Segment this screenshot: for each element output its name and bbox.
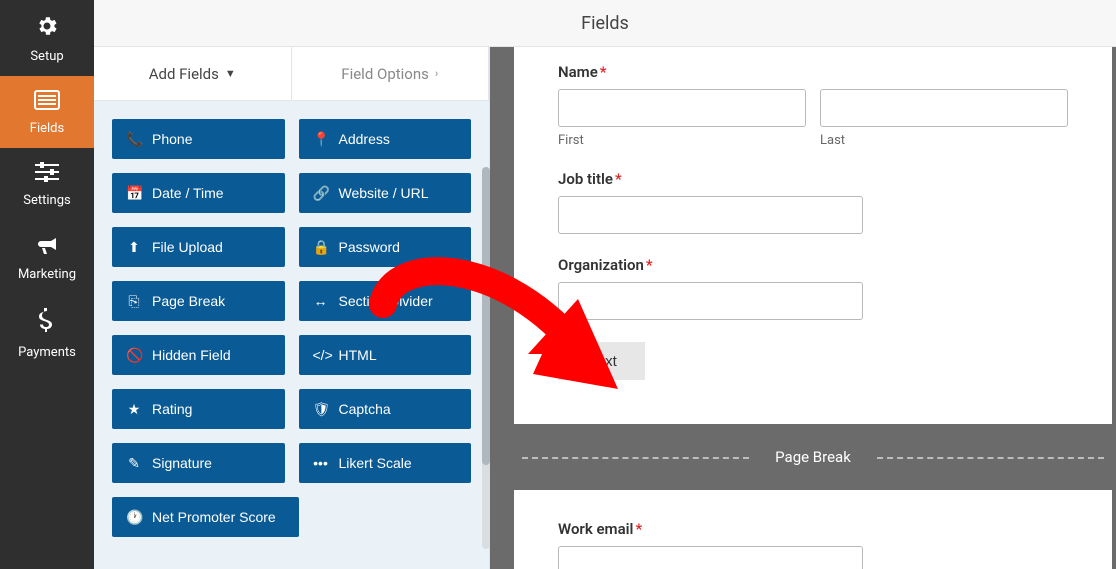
sidebar-item-marketing[interactable]: Marketing (0, 220, 94, 294)
sidebar-item-fields[interactable]: Fields (0, 76, 94, 148)
next-button[interactable]: Next (558, 342, 645, 380)
page-title: Fields (581, 13, 629, 34)
sidebar-label: Marketing (18, 267, 76, 282)
sliders-icon (35, 162, 59, 187)
field-date-time[interactable]: 📅Date / Time (112, 173, 285, 213)
panel-tabs: Add Fields ▼ Field Options › (94, 47, 489, 101)
field-address[interactable]: 📍Address (299, 119, 472, 159)
form-page-1: Name* First Last (514, 47, 1112, 424)
last-sublabel: Last (820, 133, 1068, 148)
chevron-down-icon: ▼ (225, 67, 236, 80)
gear-icon (35, 14, 59, 43)
tab-field-options[interactable]: Field Options › (292, 47, 490, 101)
star-icon: ★ (126, 401, 142, 418)
organization-input[interactable] (558, 282, 863, 320)
required-indicator: * (635, 520, 642, 538)
field-likert-scale[interactable]: •••Likert Scale (299, 443, 472, 483)
tab-add-fields[interactable]: Add Fields ▼ (94, 47, 292, 101)
lock-icon: 🔒 (313, 239, 329, 256)
work-email-input[interactable] (558, 546, 863, 569)
form-preview-area: Name* First Last (490, 47, 1116, 569)
form-field-job-title[interactable]: Job title* (558, 170, 1068, 234)
page-break-divider[interactable]: Page Break (514, 424, 1112, 490)
pin-icon: 📍 (313, 131, 329, 148)
required-indicator: * (646, 256, 653, 274)
bullhorn-icon (35, 234, 59, 261)
first-sublabel: First (558, 133, 806, 148)
form-field-organization[interactable]: Organization* (558, 256, 1068, 320)
field-nps[interactable]: 🕐Net Promoter Score (112, 497, 299, 537)
field-signature[interactable]: ✎Signature (112, 443, 285, 483)
left-nav-sidebar: Setup Fields Settings Marketing Payments (0, 0, 94, 569)
field-phone[interactable]: 📞Phone (112, 119, 285, 159)
gauge-icon: 🕐 (126, 509, 142, 526)
required-indicator: * (600, 63, 607, 81)
list-icon (34, 90, 60, 115)
fields-grid: 📞Phone 📍Address 📅Date / Time 🔗Website / … (94, 101, 489, 569)
dollar-icon (39, 308, 55, 339)
dots-icon: ••• (313, 455, 329, 471)
job-title-input[interactable] (558, 196, 863, 234)
sidebar-label: Setup (30, 49, 63, 64)
link-icon: 🔗 (313, 185, 329, 202)
add-fields-panel: Add Fields ▼ Field Options › 📞Phone (94, 47, 490, 569)
required-indicator: * (615, 170, 622, 188)
sidebar-item-settings[interactable]: Settings (0, 148, 94, 220)
chevron-right-icon: › (435, 67, 438, 80)
phone-icon: 📞 (126, 131, 142, 148)
field-website-url[interactable]: 🔗Website / URL (299, 173, 472, 213)
field-captcha[interactable]: 🛡Captcha (299, 389, 472, 429)
sidebar-label: Fields (30, 121, 64, 136)
left-scrollbar[interactable] (482, 167, 490, 549)
field-section-divider[interactable]: ↔Section Divider (299, 281, 472, 321)
field-html[interactable]: </>HTML (299, 335, 472, 375)
sidebar-label: Settings (23, 193, 70, 208)
pencil-icon: ✎ (126, 455, 142, 472)
field-password[interactable]: 🔒Password (299, 227, 472, 267)
field-page-break[interactable]: ⎘Page Break (112, 281, 285, 321)
page-break-icon: ⎘ (126, 293, 142, 310)
last-name-input[interactable] (820, 89, 1068, 127)
eye-slash-icon: 🚫 (126, 347, 142, 364)
form-field-work-email[interactable]: Work email* (558, 520, 1068, 569)
sidebar-item-setup[interactable]: Setup (0, 0, 94, 76)
shield-icon: 🛡 (313, 401, 329, 418)
first-name-input[interactable] (558, 89, 806, 127)
code-icon: </> (313, 347, 329, 363)
calendar-icon: 📅 (126, 185, 142, 202)
field-rating[interactable]: ★Rating (112, 389, 285, 429)
sidebar-item-payments[interactable]: Payments (0, 294, 94, 372)
upload-icon: ⬆ (126, 239, 142, 256)
field-hidden[interactable]: 🚫Hidden Field (112, 335, 285, 375)
field-file-upload[interactable]: ⬆File Upload (112, 227, 285, 267)
preview-scroll[interactable]: Name* First Last (514, 47, 1112, 569)
divider-icon: ↔ (313, 293, 329, 309)
sidebar-label: Payments (18, 345, 76, 360)
form-page-2: Work email* (514, 490, 1112, 569)
topbar: Fields (94, 0, 1116, 47)
form-field-name[interactable]: Name* First Last (558, 63, 1068, 148)
